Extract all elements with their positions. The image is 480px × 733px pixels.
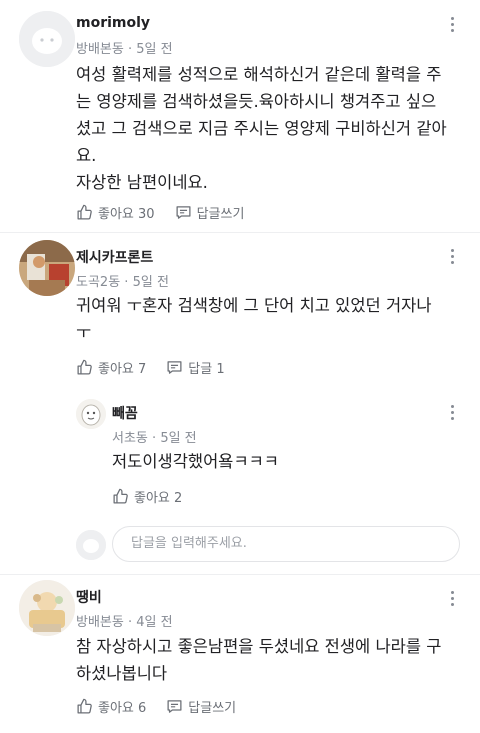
more-options-icon[interactable] xyxy=(442,12,462,36)
user-photo-icon xyxy=(19,240,75,296)
default-avatar-icon xyxy=(19,11,75,67)
reply-label: 답글 1 xyxy=(188,362,225,377)
comment-actions: 좋아요 6 답글쓰기 xyxy=(76,697,236,716)
thumbs-up-icon xyxy=(77,204,92,220)
avatar[interactable] xyxy=(19,580,75,636)
comment-text-line: 여성 활력제를 성적으로 해석하신거 같은데 활력을 주 xyxy=(76,65,442,84)
thumbs-up-icon xyxy=(113,488,128,504)
avatar[interactable] xyxy=(19,240,75,296)
reply-label: 답글쓰기 xyxy=(196,207,245,222)
comment-time: 5일 전 xyxy=(132,275,169,290)
like-label: 좋아요 2 xyxy=(134,491,183,506)
avatar[interactable] xyxy=(76,399,106,429)
comment-location: 방배본동 xyxy=(76,615,124,630)
comment-meta: 도곡2동 · 5일 전 xyxy=(76,271,169,290)
meta-separator: · xyxy=(127,42,133,57)
thumbs-up-icon xyxy=(77,359,92,375)
reply-time: 5일 전 xyxy=(160,431,197,446)
comment-actions: 좋아요 7 답글 1 xyxy=(76,358,225,377)
reply-button[interactable]: 답글쓰기 xyxy=(175,203,245,222)
like-button[interactable]: 좋아요 7 xyxy=(76,358,146,377)
comment-text: 참 자상하시고 좋은남편을 두셨네요 전생에 나라를 구 하셨나봅니다 xyxy=(76,633,466,687)
comment-text-line: 참 자상하시고 좋은남편을 두셨네요 전생에 나라를 구 xyxy=(76,637,442,656)
meta-separator: · xyxy=(152,431,157,446)
reply-actions: 좋아요 2 xyxy=(112,487,182,506)
comment-text: 여성 활력제를 성적으로 해석하신거 같은데 활력을 주 는 영양제를 검색하셨… xyxy=(76,61,466,196)
comment-author[interactable]: morimoly xyxy=(76,15,150,31)
more-options-icon[interactable] xyxy=(442,400,462,424)
comment-icon xyxy=(176,206,191,219)
reply-input[interactable]: 답글을 입력해주세요. xyxy=(112,526,460,562)
default-avatar-icon xyxy=(76,530,106,560)
comment-icon xyxy=(167,700,182,713)
comment-meta: 방배본동 · 5일 전 xyxy=(76,38,173,57)
meta-separator: · xyxy=(127,615,133,630)
reply-text: 저도이생각했어욬ㅋㅋㅋ xyxy=(112,452,279,471)
comment-location: 도곡2동 xyxy=(76,275,121,290)
comment-meta: 방배본동 · 4일 전 xyxy=(76,611,173,630)
comment-text-line: 자상한 남편이네요. xyxy=(76,173,208,192)
comment-author[interactable]: 땡비 xyxy=(76,587,102,607)
comment-text-line: 는 영양제를 검색하셨을듯.육아하시니 챙겨주고 싶으 xyxy=(76,92,437,111)
thumbs-up-icon xyxy=(77,698,92,714)
comment-text-line: ㅜ xyxy=(76,323,92,342)
comment-time: 4일 전 xyxy=(136,615,173,630)
comment-text: 귀여워 ㅜ혼자 검색창에 그 단어 치고 있었던 거자나 ㅜ xyxy=(76,292,466,346)
comment-icon xyxy=(167,361,182,374)
avatar[interactable] xyxy=(19,11,75,67)
reply-button[interactable]: 답글쓰기 xyxy=(166,697,236,716)
like-label: 좋아요 6 xyxy=(98,701,147,716)
like-button[interactable]: 좋아요 30 xyxy=(76,203,155,222)
reply-location: 서초동 xyxy=(112,431,148,446)
divider xyxy=(0,232,480,233)
reply-button[interactable]: 답글 1 xyxy=(166,358,225,377)
divider xyxy=(0,574,480,575)
user-photo-icon xyxy=(19,580,75,636)
comment-text-line: 요. xyxy=(76,146,97,165)
like-label: 좋아요 30 xyxy=(98,207,155,222)
more-options-icon[interactable] xyxy=(442,244,462,268)
character-avatar-icon xyxy=(76,399,106,429)
more-options-icon[interactable] xyxy=(442,586,462,610)
like-button[interactable]: 좋아요 2 xyxy=(112,487,182,506)
comment-location: 방배본동 xyxy=(76,42,124,57)
comment-text-line: 하셨나봅니다 xyxy=(76,664,168,683)
reply-label: 답글쓰기 xyxy=(188,701,237,716)
reply-author[interactable]: 빼꼼 xyxy=(112,403,138,423)
meta-separator: · xyxy=(124,275,129,290)
comment-author[interactable]: 제시카프론트 xyxy=(76,247,153,267)
reply-meta: 서초동 · 5일 전 xyxy=(112,427,197,446)
comment-text-line: 귀여워 ㅜ혼자 검색창에 그 단어 치고 있었던 거자나 xyxy=(76,296,432,315)
like-label: 좋아요 7 xyxy=(98,362,147,377)
comment-text-line: 셨고 그 검색으로 지금 주시는 영양제 구비하신거 같아 xyxy=(76,119,447,138)
comment-time: 5일 전 xyxy=(136,42,173,57)
my-avatar xyxy=(76,530,106,560)
comment-actions: 좋아요 30 답글쓰기 xyxy=(76,203,244,222)
like-button[interactable]: 좋아요 6 xyxy=(76,697,146,716)
